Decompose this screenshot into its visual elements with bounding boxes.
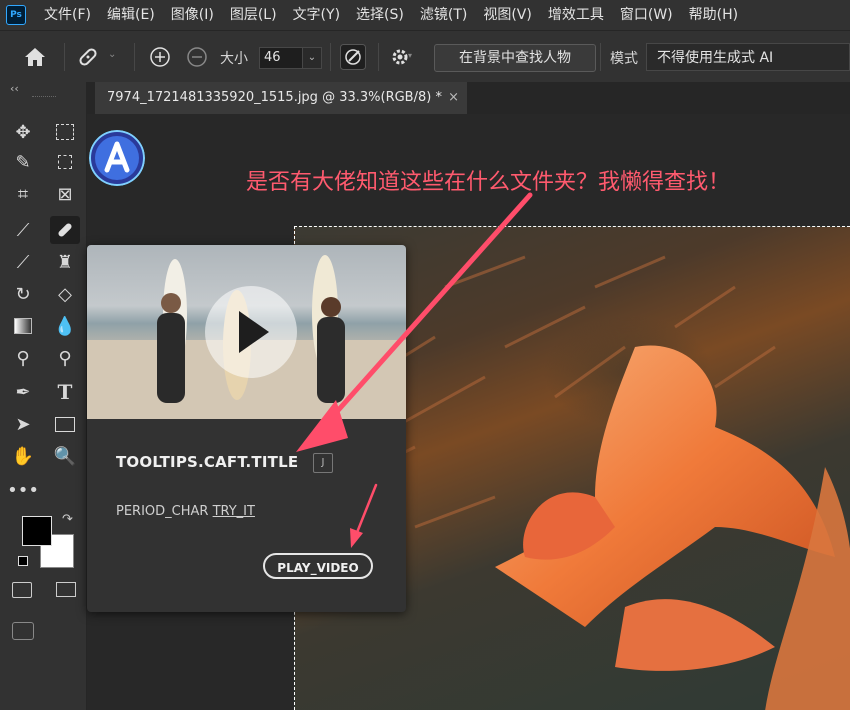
tool-tooltip-panel: TOOLTIPS.CAFT.TITLE J PERIOD_CHAR TRY_IT…	[87, 245, 406, 612]
menu-select[interactable]: 选择(S)	[348, 0, 412, 30]
options-bar: ⌄ 大小 46 ⌄ ▾ 在背景中查找人物 模式 不得使用生成式 AI	[0, 30, 850, 84]
move-icon[interactable]: ✥	[8, 118, 38, 146]
mode-label: 模式	[610, 51, 638, 67]
size-label: 大小	[220, 51, 248, 67]
mode-select[interactable]: 不得使用生成式 AI	[646, 43, 850, 71]
quick-select-icon[interactable]: ✎	[8, 148, 38, 176]
pressure-icon[interactable]	[340, 44, 366, 70]
play-video-button[interactable]: PLAY_VIDEO	[263, 553, 373, 579]
quick-mask-icon[interactable]	[12, 582, 32, 598]
preset-chevron-icon[interactable]: ⌄	[108, 49, 116, 60]
brush-subtract-icon[interactable]	[186, 46, 208, 68]
video-thumbnail[interactable]	[87, 245, 406, 419]
surfers-photo	[87, 255, 406, 419]
photoshop-logo: Ps	[6, 5, 26, 25]
close-tab-icon[interactable]: ×	[448, 82, 459, 114]
blur-icon[interactable]: 💧	[50, 312, 80, 340]
brush-icon[interactable]: ⟋	[8, 248, 38, 276]
menu-view[interactable]: 视图(V)	[475, 0, 540, 30]
default-colors-icon[interactable]	[18, 556, 28, 566]
crop-icon[interactable]: ⌗	[8, 180, 38, 208]
tooltip-shortcut-key: J	[313, 453, 333, 473]
type-icon[interactable]: T	[50, 378, 80, 406]
menu-file[interactable]: 文件(F)	[36, 0, 99, 30]
frame-icon[interactable]: ⊠	[50, 180, 80, 208]
home-icon[interactable]	[24, 47, 46, 67]
brush-add-icon[interactable]	[149, 46, 171, 68]
document-tab-title: 7974_1721481335920_1515.jpg @ 33.3%(RGB/…	[107, 90, 442, 105]
crop-select-icon[interactable]	[50, 148, 80, 176]
hand-icon[interactable]: ✋	[8, 442, 38, 470]
menu-edit[interactable]: 编辑(E)	[99, 0, 163, 30]
menu-bar: Ps 文件(F) 编辑(E) 图像(I) 图层(L) 文字(Y) 选择(S) 滤…	[0, 0, 850, 30]
menu-help[interactable]: 帮助(H)	[681, 0, 746, 30]
pen-icon[interactable]: ✒	[8, 378, 38, 406]
more-tools-icon[interactable]: •••	[7, 476, 39, 504]
path-select-icon[interactable]: ➤	[8, 410, 38, 438]
screen-mode-icon[interactable]	[56, 582, 76, 597]
generative-icon[interactable]	[12, 622, 34, 640]
rectangle-icon[interactable]	[50, 410, 80, 438]
find-person-button[interactable]: 在背景中查找人物	[434, 44, 596, 72]
marquee-icon[interactable]	[50, 118, 80, 146]
gear-icon[interactable]	[390, 47, 410, 67]
eyedropper-icon[interactable]: ⟋	[8, 216, 38, 244]
menu-filter[interactable]: 滤镜(T)	[412, 0, 475, 30]
history-brush-icon[interactable]: ↻	[8, 280, 38, 308]
size-input[interactable]: 46	[259, 47, 307, 69]
menu-type[interactable]: 文字(Y)	[285, 0, 348, 30]
foreground-color-swatch[interactable]	[22, 516, 52, 546]
annotation-text: 是否有大佬知道这些在什么文件夹？我懒得查找！	[246, 170, 731, 195]
eraser-icon[interactable]: ◇	[50, 280, 80, 308]
burn-icon[interactable]: ⚲	[50, 344, 80, 372]
stamp-icon[interactable]: ♜	[50, 248, 80, 276]
menu-image[interactable]: 图像(I)	[163, 0, 222, 30]
panel-grip[interactable]	[32, 96, 56, 100]
size-dropdown-icon[interactable]: ⌄	[302, 47, 322, 69]
spot-healing-tool-preset-icon[interactable]	[76, 45, 100, 69]
menu-plugins[interactable]: 增效工具	[540, 0, 612, 30]
dodge-icon[interactable]: ⚲	[8, 344, 38, 372]
tools-panel: ‹‹ ✥ ✎ ⌗ ⊠ ⟋ ⟋ ♜ ↻ ◇ 💧 ⚲ ⚲ ✒ T ➤ ✋ 🔍 •••…	[0, 82, 87, 710]
assistant-badge-icon[interactable]	[89, 130, 145, 186]
spot-healing-icon[interactable]	[50, 216, 80, 244]
menu-layer[interactable]: 图层(L)	[222, 0, 285, 30]
zoom-icon[interactable]: 🔍	[50, 442, 80, 470]
collapse-icon[interactable]: ‹‹	[10, 82, 19, 95]
swap-colors-icon[interactable]: ↷	[62, 512, 73, 527]
gear-chevron-icon[interactable]: ▾	[408, 51, 412, 60]
menu-window[interactable]: 窗口(W)	[612, 0, 681, 30]
gradient-icon[interactable]	[8, 312, 38, 340]
tooltip-title: TOOLTIPS.CAFT.TITLE	[116, 453, 299, 471]
tooltip-description: PERIOD_CHAR TRY_IT	[116, 504, 255, 519]
tooltip-description-text: PERIOD_CHAR	[116, 504, 209, 519]
try-it-link[interactable]: TRY_IT	[213, 504, 255, 519]
document-tab[interactable]: 7974_1721481335920_1515.jpg @ 33.3%(RGB/…	[95, 82, 467, 114]
